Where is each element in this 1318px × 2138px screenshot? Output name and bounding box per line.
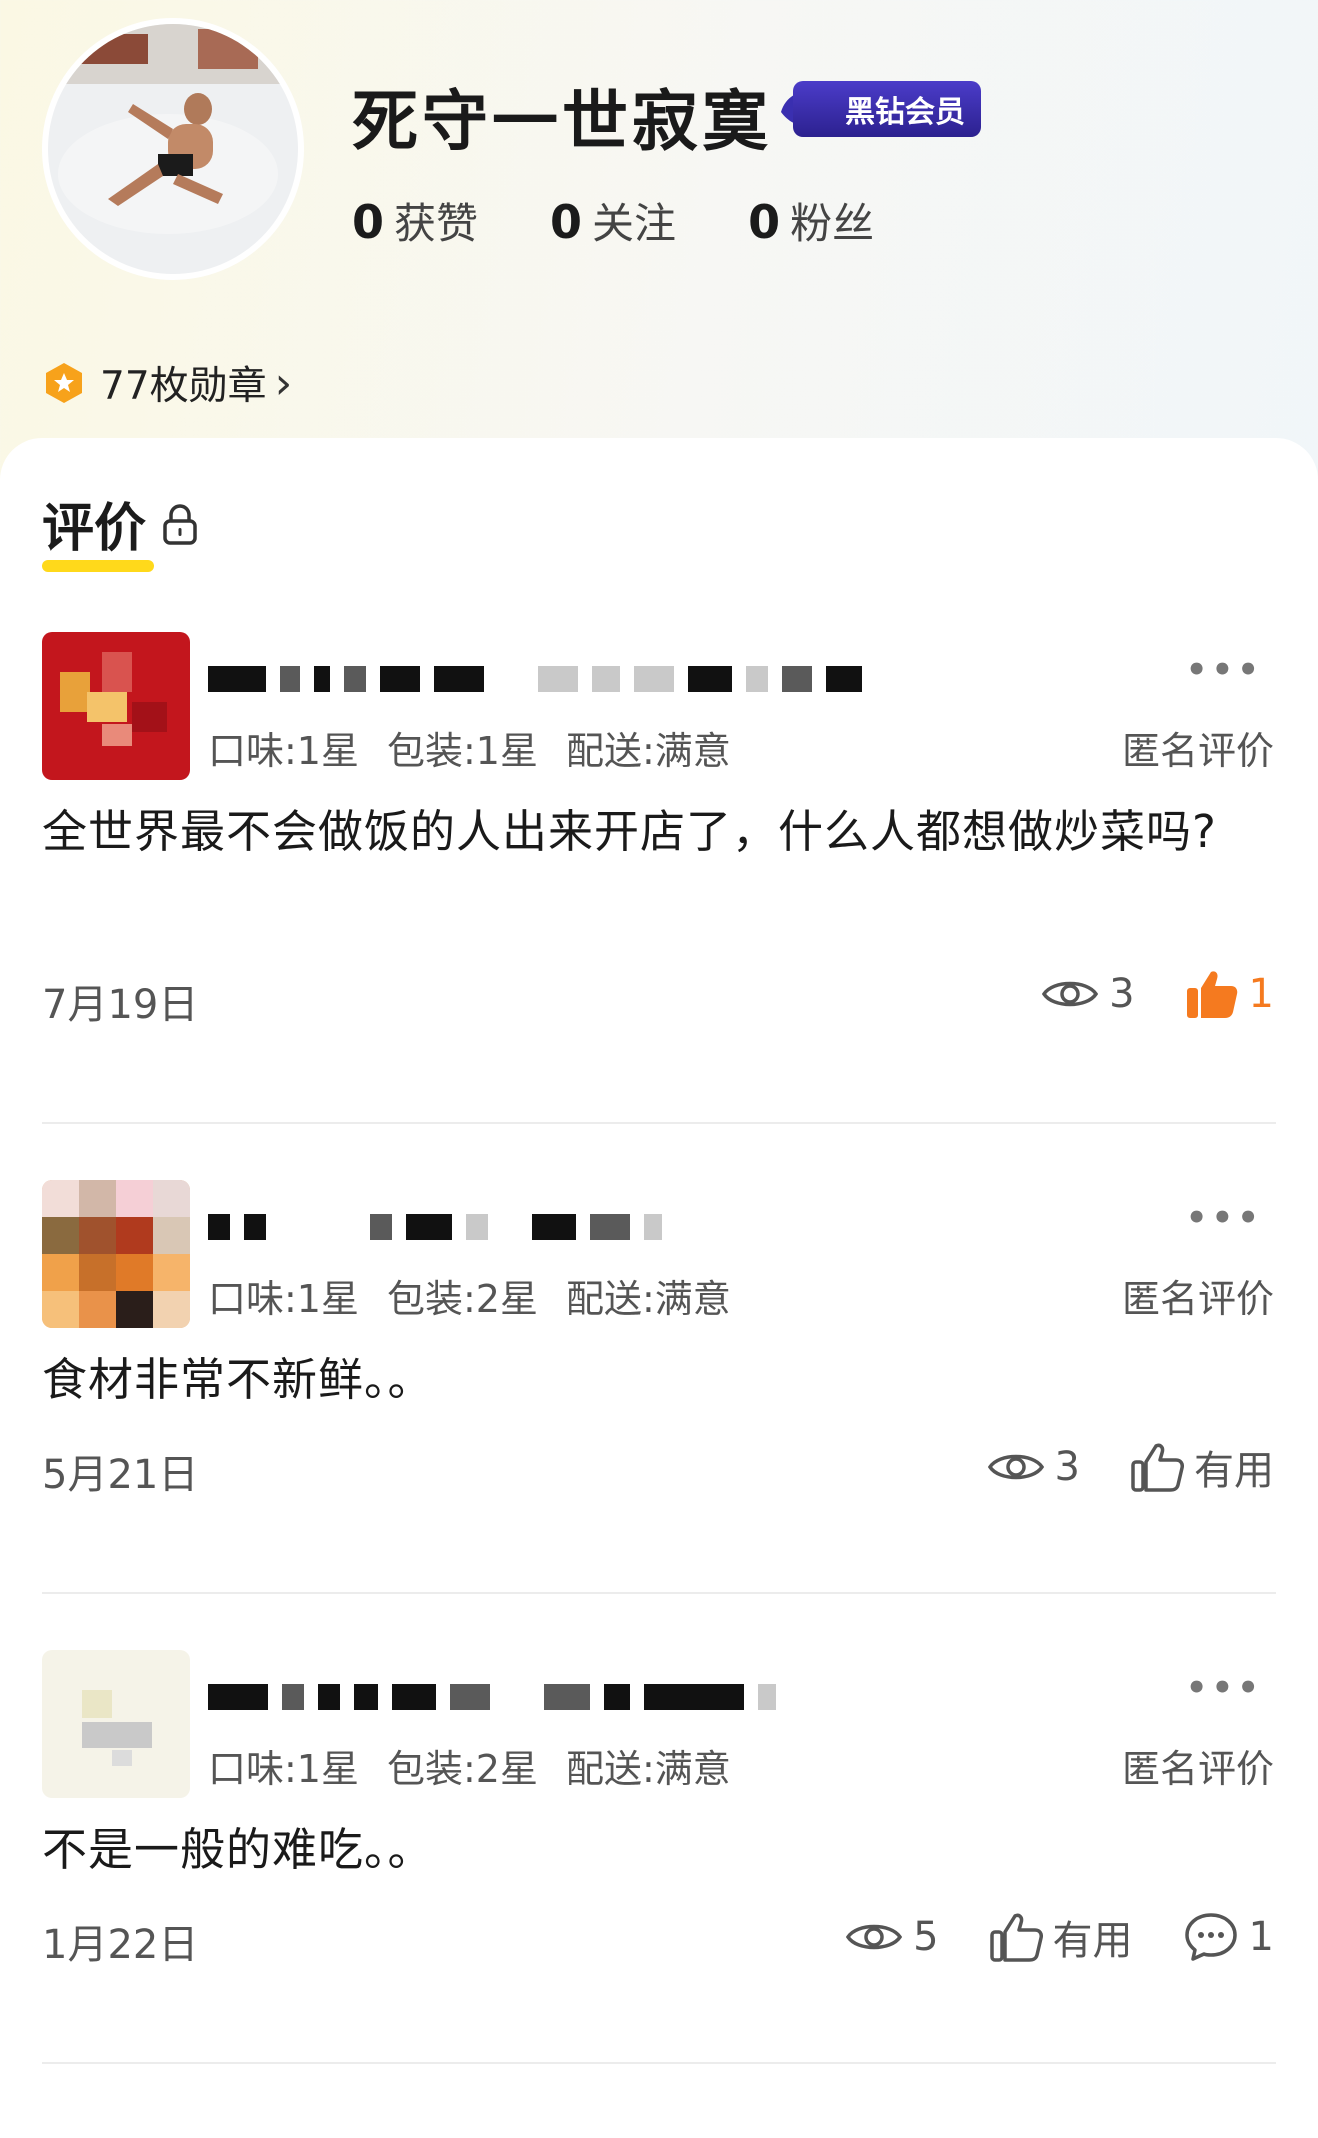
review-divider [42,1592,1276,1594]
stat-likes-count: 0 [352,195,385,249]
eye-icon [987,1454,1044,1480]
stat-followers[interactable]: 0 粉丝 [748,190,874,251]
anonymous-tag: 匿名评价 [1121,729,1274,773]
eye-icon [846,1924,903,1950]
medal-count-label: 77枚勋章 [100,364,267,409]
more-options-icon[interactable]: ••• [1186,650,1263,690]
reviewer-name-masked [208,1672,776,1722]
vip-badge[interactable]: 黑钻会员 [777,81,981,137]
review-ratings: 口味:1星 包装:1星 配送:满意 [208,720,731,775]
reviewer-name-masked [208,654,862,704]
medal-link[interactable]: 77枚勋章 › [42,355,292,411]
review-actions: 3 有用 [937,1438,1274,1496]
stat-likes[interactable]: 0 获赞 [352,190,478,251]
more-options-icon[interactable]: ••• [1186,1668,1263,1708]
like-count: 1 [1248,971,1274,1017]
stat-followers-label: 粉丝 [790,199,875,248]
reviews-card: 评价 ••• 口味:1星 包装:1星 配送:满意 匿名评价 全世界最不会做饭的人… [0,438,1318,2138]
rating-taste: 口味:1星 [208,1747,359,1791]
tab-reviews-label: 评价 [42,499,147,559]
rating-packaging: 包装:1星 [386,729,538,773]
rating-delivery: 配送:满意 [565,1277,731,1321]
more-options-icon[interactable]: ••• [1186,1198,1263,1238]
reviewer-avatar-image [42,632,190,780]
rating-taste: 口味:1星 [208,1277,359,1321]
chevron-right-icon: › [274,357,293,409]
review-ratings: 口味:1星 包装:2星 配送:满意 [208,1268,731,1323]
view-count: 5 [845,1914,939,1960]
like-button[interactable]: 1 [1185,968,1274,1020]
review-date: 1月22日 [42,1922,199,1968]
review-date: 7月19日 [42,982,199,1028]
profile-name: 死守一世寂寞 [352,83,772,160]
stat-following[interactable]: 0 关注 [550,190,676,251]
view-count-value: 3 [1054,1444,1080,1490]
tab-active-indicator [42,560,154,572]
profile-page: 死守一世寂寞 黑钻会员 0 获赞 0 关注 0 粉丝 77枚勋章 › 评价 ••… [0,0,1318,2138]
review-divider [42,2062,1276,2064]
view-count: 3 [1041,971,1135,1017]
profile-avatar[interactable] [42,18,304,280]
profile-stats: 0 获赞 0 关注 0 粉丝 [352,190,874,251]
view-count-value: 5 [913,1914,939,1960]
avatar-photo [48,24,298,274]
tab-reviews[interactable]: 评价 [42,486,200,561]
rating-packaging: 包装:2星 [386,1277,538,1321]
stat-likes-label: 获赞 [394,199,479,248]
reviewer-avatar[interactable] [42,632,190,780]
comment-button[interactable]: 1 [1183,1911,1274,1963]
thumbs-up-filled-icon [1186,971,1237,1018]
review-content: 食材非常不新鲜。。 [42,1353,434,1406]
stat-following-count: 0 [550,195,583,249]
reviewer-avatar[interactable] [42,1650,190,1798]
reviewer-avatar[interactable] [42,1180,190,1328]
review-content: 不是一般的难吃。。 [42,1823,434,1876]
reviewer-avatar-image [42,1180,190,1328]
rating-delivery: 配送:满意 [565,729,731,773]
reviewer-avatar-image [42,1650,190,1798]
reviewer-name-masked [208,1202,662,1252]
comment-bubble-icon [1184,1913,1237,1961]
rating-packaging: 包装:2星 [386,1747,538,1791]
useful-button[interactable]: 有用 [1130,1438,1274,1496]
rating-taste: 口味:1星 [208,729,359,773]
view-count: 3 [987,1444,1080,1490]
vip-badge-label: 黑钻会员 [793,81,981,137]
review-content: 全世界最不会做饭的人出来开店了，什么人都想做炒菜吗? [42,805,1217,858]
thumbs-up-icon [1131,1443,1184,1492]
thumbs-up-icon [989,1913,1043,1962]
lock-icon [163,503,197,545]
review-divider [42,1122,1276,1124]
useful-label: 有用 [1194,1448,1274,1494]
stat-following-label: 关注 [592,199,677,248]
review-actions: 3 1 [991,968,1274,1020]
anonymous-tag: 匿名评价 [1121,1747,1274,1791]
stat-followers-count: 0 [748,195,781,249]
anonymous-tag: 匿名评价 [1121,1277,1274,1321]
comment-count: 1 [1248,1914,1274,1960]
rating-delivery: 配送:满意 [565,1747,731,1791]
eye-icon [1042,981,1099,1007]
medal-icon [46,363,82,403]
review-actions: 5 有用 1 [795,1908,1274,1966]
view-count-value: 3 [1109,971,1135,1017]
review-date: 5月21日 [42,1452,199,1498]
useful-label: 有用 [1052,1918,1133,1964]
review-ratings: 口味:1星 包装:2星 配送:满意 [208,1738,731,1793]
useful-button[interactable]: 有用 [989,1908,1133,1966]
